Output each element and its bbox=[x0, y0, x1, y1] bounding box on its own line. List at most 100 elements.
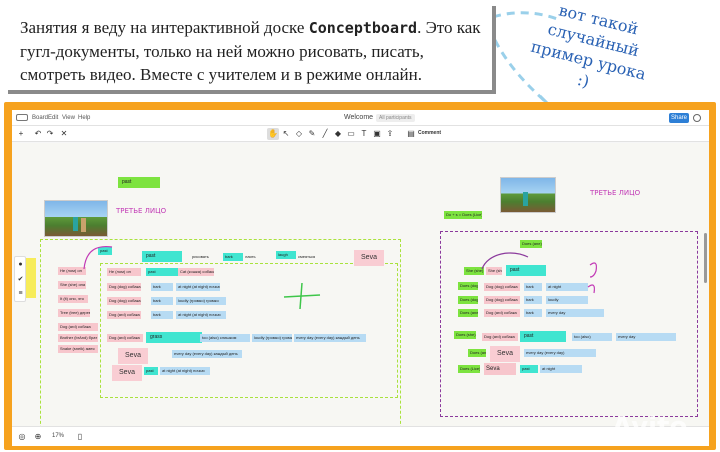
caption-line3: смотреть видео. Вместе с учителем и в ре… bbox=[20, 65, 422, 84]
undo-icon[interactable]: ↶ bbox=[32, 128, 44, 140]
chip-risovat[interactable]: рисовать bbox=[190, 253, 211, 261]
right-row4-chip1[interactable]: Does (ane) bbox=[458, 309, 478, 317]
minecraft-image-1[interactable] bbox=[44, 200, 108, 237]
mid-row2-chip3[interactable]: at night (at night) ночью bbox=[176, 283, 220, 291]
navigator-icon[interactable]: ◎ bbox=[16, 431, 28, 443]
mid-row6-chip[interactable]: every day (every day) каждый день bbox=[172, 350, 242, 358]
menu-edit[interactable]: Edit bbox=[48, 115, 58, 121]
share-button[interactable]: Share bbox=[669, 113, 689, 123]
mid-row4-chip3[interactable]: at night (at night) ночью bbox=[176, 311, 226, 319]
caption-line1-prefix: Занятия я веду на интерактивной доске bbox=[20, 18, 309, 37]
left-row4-chip[interactable]: Tree (tree) дерево bbox=[58, 309, 90, 317]
zoom-level[interactable]: 17% bbox=[52, 433, 64, 439]
yellow-note-tab[interactable] bbox=[26, 258, 36, 298]
check-icon[interactable]: ✔ bbox=[17, 276, 24, 283]
mouse-icon[interactable]: ▯ bbox=[74, 431, 86, 443]
chip-smeyatsa[interactable]: смеяться bbox=[296, 253, 317, 261]
sticky-seva-1[interactable]: Seva bbox=[354, 250, 384, 266]
minecraft-image-2[interactable] bbox=[500, 177, 556, 213]
mid-row3-chip2[interactable]: bark bbox=[151, 297, 173, 305]
text-icon[interactable]: T bbox=[358, 128, 370, 140]
right-row4-chip2[interactable]: Dog (ard) собака bbox=[484, 309, 520, 317]
chip-laugh[interactable]: laugh bbox=[276, 251, 296, 259]
bell-icon[interactable]: ● bbox=[17, 261, 24, 268]
upload-icon[interactable]: ⇪ bbox=[384, 128, 396, 140]
zoom-icon[interactable]: ⊕ bbox=[32, 431, 44, 443]
mid-row4-chip1[interactable]: Dog (ard) собака bbox=[107, 311, 141, 319]
hand-icon[interactable]: ✋ bbox=[267, 128, 279, 140]
add-icon[interactable]: + bbox=[15, 128, 27, 140]
mid-row1-chip3[interactable]: Cat (кошка) собака bbox=[178, 268, 214, 276]
lower-left-chip-2[interactable]: Brother (brAnd) брат bbox=[58, 334, 98, 342]
toolbar: + ↶ ↷ ✕ ✋ ↖ ◇ ✎ ╱ ◆ ▭ T ▣ ⇪ ▤ Comment bbox=[12, 126, 709, 142]
mid-row5-chip4[interactable]: loudly (громко) громко bbox=[252, 334, 292, 342]
chip-bark[interactable]: bark bbox=[223, 253, 243, 261]
right-row4-chip3[interactable]: bark bbox=[524, 309, 542, 317]
comment-icon[interactable]: ▤ bbox=[405, 128, 417, 140]
right-row4-chip4[interactable]: every day bbox=[546, 309, 604, 317]
handwriting-third-person-2[interactable]: ТРЕТЬЕ ЛИЦО bbox=[590, 189, 640, 197]
board-canvas[interactable]: past ТРЕТЬЕ ЛИЦО past past рисовать bark… bbox=[12, 143, 709, 446]
mid-row1-chip2[interactable]: past bbox=[146, 268, 178, 276]
past-label[interactable]: past bbox=[118, 177, 160, 188]
right-row7-chip1[interactable]: Does (Lice) bbox=[458, 365, 480, 373]
sticky-note-icon[interactable]: ▣ bbox=[371, 128, 383, 140]
right-row6-chip3[interactable]: every day (every day) bbox=[524, 349, 596, 357]
canvas-scrollbar[interactable] bbox=[704, 233, 707, 283]
mid-row5-chip3[interactable]: too (also) слишком bbox=[200, 334, 250, 342]
handwriting-third-person-1[interactable]: ТРЕТЬЕ ЛИЦО bbox=[116, 207, 166, 215]
list-icon[interactable]: ≡ bbox=[17, 290, 24, 297]
sticky-seva-2[interactable]: Seva bbox=[118, 348, 148, 364]
chip-layat[interactable]: лаять bbox=[243, 253, 258, 261]
lower-left-chip-1[interactable]: Dog (ard) собака bbox=[58, 323, 98, 331]
right-row5-chip3[interactable]: past bbox=[520, 331, 566, 342]
eraser-icon[interactable]: ◇ bbox=[293, 128, 305, 140]
right-row7-chip2[interactable]: Seva bbox=[484, 363, 516, 375]
delete-icon[interactable]: ✕ bbox=[58, 128, 70, 140]
mid-row2-chip2[interactable]: bark bbox=[151, 283, 173, 291]
mid-row3-chip3[interactable]: loudly (громко) громко bbox=[176, 297, 226, 305]
left-row2-chip[interactable]: She (she) она bbox=[58, 281, 86, 289]
right-row7-chip3[interactable]: past bbox=[520, 365, 538, 373]
mid-row7-chip2[interactable]: at night (at night) ночью bbox=[160, 367, 210, 375]
menubar: Board Edit View Help Welcome All partici… bbox=[12, 110, 709, 126]
caption-line2: гугл-документы, только на ней можно рисо… bbox=[20, 42, 424, 61]
left-dock: ● ✔ ≡ bbox=[14, 256, 26, 302]
mid-row4-chip2[interactable]: bark bbox=[151, 311, 173, 319]
green-cross-drawing[interactable] bbox=[280, 281, 324, 311]
pen-icon[interactable]: ✎ bbox=[306, 128, 318, 140]
line-icon[interactable]: ╱ bbox=[319, 128, 331, 140]
mid-row3-chip1[interactable]: Dog (dog) собака bbox=[107, 297, 141, 305]
mid-row7-chip1[interactable]: past bbox=[144, 367, 158, 375]
green-dashed-frame-inner[interactable] bbox=[100, 263, 398, 398]
right-row7-chip4[interactable]: at night bbox=[540, 365, 582, 373]
lower-left-chip-3[interactable]: Snake (sneik) змея bbox=[58, 345, 98, 353]
mid-row2-chip1[interactable]: Dog (dog) собака bbox=[107, 283, 141, 291]
sticky-seva-4[interactable]: Seva bbox=[490, 346, 520, 362]
marker-icon[interactable]: ◆ bbox=[332, 128, 344, 140]
user-icon[interactable] bbox=[693, 114, 701, 122]
chip-past[interactable]: past bbox=[142, 251, 182, 262]
select-icon[interactable]: ↖ bbox=[280, 128, 292, 140]
comment-label[interactable]: Comment bbox=[418, 130, 441, 136]
participants-badge[interactable]: All participants bbox=[376, 114, 415, 122]
menu-help[interactable]: Help bbox=[78, 115, 90, 121]
redo-icon[interactable]: ↷ bbox=[44, 128, 56, 140]
shape-icon[interactable]: ▭ bbox=[345, 128, 357, 140]
menu-view[interactable]: View bbox=[62, 115, 75, 121]
right-row5-chip5[interactable]: every day bbox=[616, 333, 676, 341]
bottom-bar: ◎ ⊕ 17% ▯ bbox=[12, 426, 709, 446]
left-row3-chip[interactable]: It (it) оно, это bbox=[58, 295, 88, 303]
right-top-chip[interactable]: Do + s = Does (Lice) bbox=[444, 211, 482, 219]
mid-row5-chip2[interactable]: grass bbox=[146, 332, 202, 343]
menu-board[interactable]: Board bbox=[32, 115, 48, 121]
right-row6-chip1[interactable]: Does (ane) bbox=[468, 349, 486, 357]
purple-arrows-drawing[interactable] bbox=[472, 247, 622, 307]
mid-row5-chip5[interactable]: every day (every day) каждый день bbox=[294, 334, 366, 342]
right-row5-chip4[interactable]: too (also) bbox=[572, 333, 612, 341]
sticky-seva-3[interactable]: Seva bbox=[112, 365, 142, 381]
pink-arrow-drawing[interactable] bbox=[78, 241, 118, 271]
right-row5-chip2[interactable]: Dog (ard) собака bbox=[482, 333, 518, 341]
right-row5-chip1[interactable]: Does (she) bbox=[454, 331, 476, 339]
mid-row5-chip1[interactable]: Dog (ard) собака bbox=[107, 334, 143, 342]
